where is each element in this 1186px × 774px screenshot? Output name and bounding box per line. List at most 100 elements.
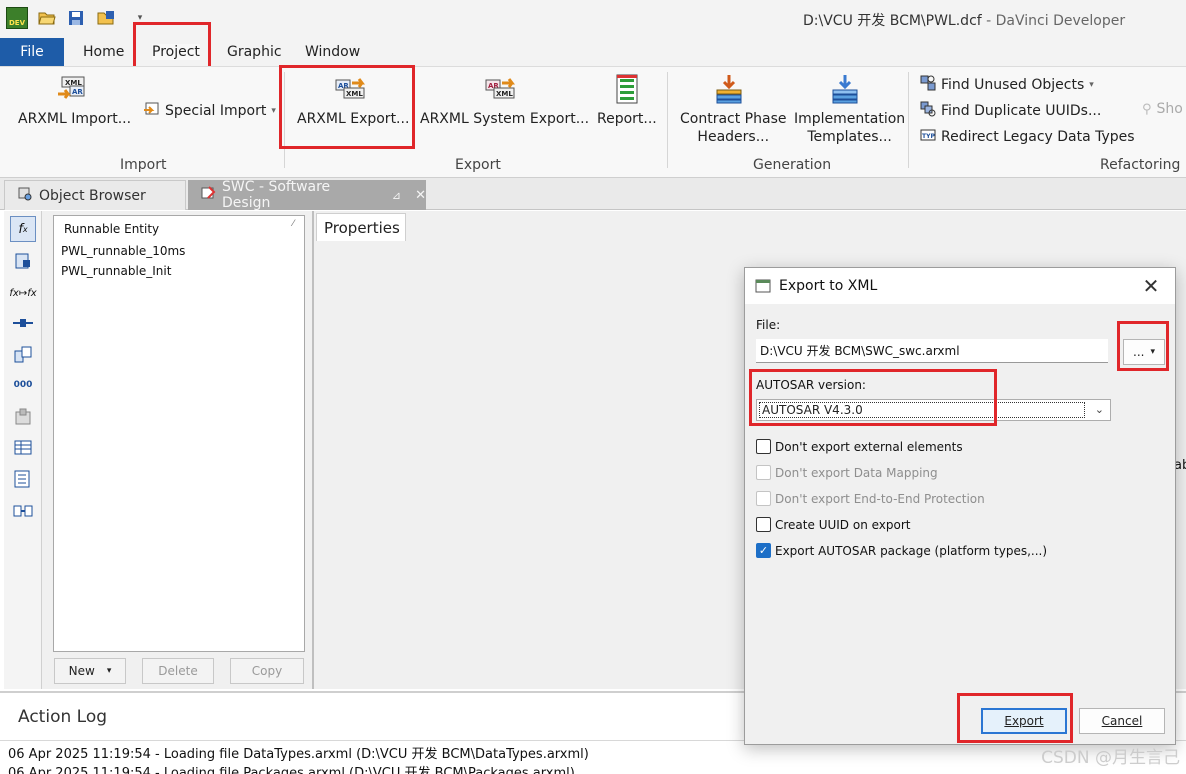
export-button-label: Export (1004, 714, 1044, 728)
tab-swc-software-design[interactable]: SWC - Software Design ⊿ ✕ (188, 179, 426, 211)
redirect-legacy-label: Redirect Legacy Data Types (941, 129, 1135, 145)
checkbox[interactable] (756, 491, 771, 506)
impl-templates-label-2: Templates... (807, 129, 892, 145)
implementation-templates-icon (830, 74, 862, 106)
checkbox[interactable] (756, 517, 771, 532)
runnable-entity-list[interactable]: Runnable Entity ⁄ PWL_runnable_10ms PWL_… (53, 215, 305, 652)
save-all-icon[interactable] (96, 8, 116, 28)
window-title-path: D:\VCU 开发 BCM\PWL.dcf (803, 13, 982, 29)
checkbox-checked[interactable]: ✓ (756, 543, 771, 558)
option-create-uuid[interactable]: Create UUID on export (756, 517, 910, 532)
log-line: 06 Apr 2025 11:19:54 - Loading file Data… (8, 747, 589, 762)
special-import-icon (144, 101, 160, 121)
component-icon[interactable] (10, 404, 36, 430)
window-title: D:\VCU 开发 BCM\PWL.dcf - DaVinci Develope… (803, 10, 1125, 30)
export-to-xml-dialog: Export to XML ✕ File: ... ▾ AUTOSAR vers… (744, 267, 1176, 745)
tab-home[interactable]: Home (83, 44, 124, 60)
tab-object-browser[interactable]: Object Browser (4, 180, 186, 210)
arxml-import-button[interactable]: ARXML Import... (18, 110, 131, 128)
tab-window[interactable]: Window (305, 44, 360, 60)
option-label: Don't export Data Mapping (775, 465, 938, 480)
tab-project[interactable]: Project (152, 44, 200, 60)
cancel-button-label: Cancel (1101, 714, 1143, 728)
option-label: Create UUID on export (775, 517, 911, 532)
close-icon[interactable]: ✕ (415, 188, 426, 203)
ribbon-separator (284, 72, 285, 168)
table-icon[interactable] (10, 434, 36, 460)
port-icon[interactable] (10, 248, 36, 274)
mapping-icon[interactable] (10, 498, 36, 524)
special-import-button[interactable]: Special Import ▾ (144, 101, 276, 121)
tab-file[interactable]: File (0, 38, 64, 66)
chevron-down-icon: ▾ (1089, 80, 1094, 90)
ribbon-separator (667, 72, 668, 168)
autosar-version-label: AUTOSAR version: (756, 378, 866, 392)
option-label: Export AUTOSAR package (platform types,.… (775, 543, 1048, 558)
show-button-cut[interactable]: ⚲ Sho (1142, 101, 1183, 117)
file-path-input[interactable] (756, 339, 1108, 363)
option-label: Don't export End-to-End Protection (775, 491, 985, 506)
redirect-legacy-data-types-button[interactable]: TYP Redirect Legacy Data Types (920, 127, 1135, 147)
option-export-autosar-package[interactable]: ✓ Export AUTOSAR package (platform types… (756, 543, 1047, 558)
quick-access-dropdown-icon[interactable]: ▾ (130, 8, 150, 28)
app-logo-icon: DEV (6, 7, 28, 29)
open-folder-icon[interactable] (37, 8, 57, 28)
tab-properties[interactable]: Properties (316, 213, 406, 241)
chevron-down-icon: ▾ (1150, 347, 1155, 357)
report-icon (614, 74, 646, 106)
arxml-system-export-icon: AR XML (484, 76, 516, 108)
chevron-down-icon: ▾ (106, 666, 112, 676)
redirect-legacy-icon: TYP (920, 127, 936, 147)
contract-phase-label-1: Contract Phase (680, 111, 787, 127)
sort-icon[interactable]: ⁄ (292, 219, 294, 229)
connector-icon[interactable] (10, 310, 36, 336)
file-label: File: (756, 318, 781, 332)
option-dont-export-external[interactable]: Don't export external elements (756, 439, 963, 454)
option-dont-export-data-mapping[interactable]: Don't export Data Mapping (756, 465, 938, 480)
list-icon[interactable] (10, 466, 36, 492)
arxml-system-export-button[interactable]: ARXML System Export... (420, 110, 589, 128)
implementation-templates-button[interactable]: Implementation Templates... (794, 110, 905, 146)
save-icon[interactable] (66, 8, 86, 28)
tab-graphic[interactable]: Graphic (227, 44, 282, 60)
checkbox[interactable] (756, 439, 771, 454)
special-import-label: Special Import (165, 103, 267, 119)
group-label-export: Export (455, 157, 501, 173)
svg-text:AR: AR (72, 88, 83, 96)
svg-text:XML: XML (346, 90, 363, 98)
new-button[interactable]: New ▾ (54, 658, 126, 684)
list-item[interactable]: PWL_runnable_10ms (61, 244, 185, 258)
dialog-title-bar: Export to XML ✕ (745, 268, 1175, 304)
browse-button[interactable]: ... ▾ (1123, 339, 1165, 365)
runnable-function-icon[interactable]: fx (10, 216, 36, 242)
autosar-version-select[interactable]: AUTOSAR V4.3.0 ⌄ (756, 399, 1111, 421)
export-button[interactable]: Export (981, 708, 1067, 734)
contract-phase-icon (714, 74, 746, 106)
function-mapping-icon[interactable]: fx↦fx (9, 280, 36, 306)
option-dont-export-e2e[interactable]: Don't export End-to-End Protection (756, 491, 985, 506)
contract-phase-headers-button[interactable]: Contract Phase Headers... (680, 110, 786, 146)
chevron-down-icon: ▾ (271, 106, 276, 116)
list-item[interactable]: PWL_runnable_Init (61, 264, 171, 278)
value-list-icon[interactable]: 000 (10, 372, 36, 398)
find-unused-objects-button[interactable]: Find Unused Objects ▾ (920, 75, 1094, 95)
report-button[interactable]: Report... (597, 110, 657, 128)
copy-button[interactable]: Copy (230, 658, 304, 684)
data-element-icon[interactable] (10, 342, 36, 368)
arxml-export-button[interactable]: ARXML Export... (297, 110, 409, 128)
list-header[interactable]: Runnable Entity (64, 222, 159, 236)
new-button-label: New (68, 664, 95, 678)
group-label-generation: Generation (753, 157, 832, 173)
svg-text:XML: XML (496, 90, 513, 98)
watermark: CSDN @月生言己 (1041, 748, 1180, 768)
impl-templates-label-1: Implementation (794, 111, 906, 127)
pin-icon[interactable]: ⊿ (392, 189, 401, 202)
action-log-title: Action Log (18, 707, 108, 727)
delete-button[interactable]: Delete (142, 658, 214, 684)
checkbox[interactable] (756, 465, 771, 480)
svg-text:TYP: TYP (922, 133, 935, 140)
find-unused-icon (920, 75, 936, 95)
find-duplicate-uuids-button[interactable]: Find Duplicate UUIDs... (920, 101, 1101, 121)
close-icon[interactable]: ✕ (1139, 274, 1163, 298)
cancel-button[interactable]: Cancel (1079, 708, 1165, 734)
